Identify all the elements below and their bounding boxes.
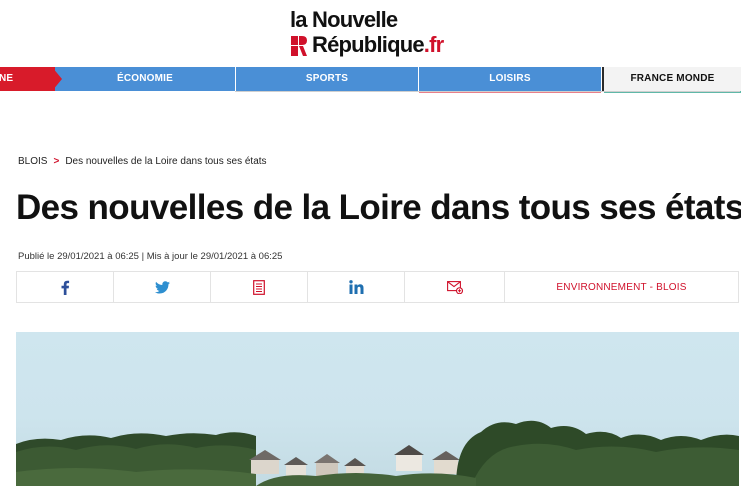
share-email-button[interactable] <box>405 272 505 302</box>
nav-item-label: SPORTS <box>305 73 349 84</box>
nav-item-label: ÉCONOMIE <box>116 73 174 84</box>
logo-line-1: la Nouvelle <box>290 7 398 32</box>
article-title: Des nouvelles de la Loire dans tous ses … <box>16 188 741 227</box>
article-dates: Publié le 29/01/2021 à 06:25 | Mis à jou… <box>18 251 283 262</box>
facebook-icon <box>61 280 70 295</box>
share-linkedin-button[interactable] <box>308 272 405 302</box>
twitter-icon <box>154 280 170 293</box>
logo-line-2: République.fr <box>312 32 444 57</box>
logo-line-2-suffix: .fr <box>423 32 444 57</box>
nav-item-france-monde[interactable]: FRANCE MONDE <box>602 67 741 91</box>
email-icon <box>446 280 463 294</box>
breadcrumb-current: Des nouvelles de la Loire dans tous ses … <box>65 156 267 167</box>
breadcrumb-chevron-icon: > <box>53 156 60 167</box>
loire-landscape-image <box>16 420 739 486</box>
main-nav: NE ÉCONOMIE SPORTS LOISIRS FRANCE MONDE <box>0 67 741 93</box>
article-tags[interactable]: ENVIRONNEMENT - BLOIS <box>505 272 738 302</box>
site-logo[interactable]: la Nouvelle République.fr <box>290 8 480 58</box>
nav-item-label: LOISIRS <box>489 73 531 84</box>
nav-item-economie[interactable]: ÉCONOMIE <box>55 67 235 91</box>
print-button[interactable] <box>211 272 308 302</box>
print-icon <box>253 279 265 295</box>
nav-item-loisirs[interactable]: LOISIRS <box>419 67 601 91</box>
breadcrumb-section[interactable]: BLOIS <box>18 156 47 167</box>
article-photo <box>16 332 739 486</box>
share-bar: ENVIRONNEMENT - BLOIS <box>16 271 739 303</box>
logo-mark-icon <box>291 36 307 56</box>
nav-arrow <box>52 67 62 91</box>
share-twitter-button[interactable] <box>114 272 211 302</box>
breadcrumb: BLOIS > Des nouvelles de la Loire dans tou… <box>18 156 267 167</box>
nav-item-sports[interactable]: SPORTS <box>236 67 418 91</box>
linkedin-icon <box>348 280 363 294</box>
share-facebook-button[interactable] <box>17 272 114 302</box>
logo-line-2-main: République <box>312 32 425 57</box>
nav-separator <box>235 91 740 92</box>
nav-item-label: FRANCE MONDE <box>630 73 715 84</box>
